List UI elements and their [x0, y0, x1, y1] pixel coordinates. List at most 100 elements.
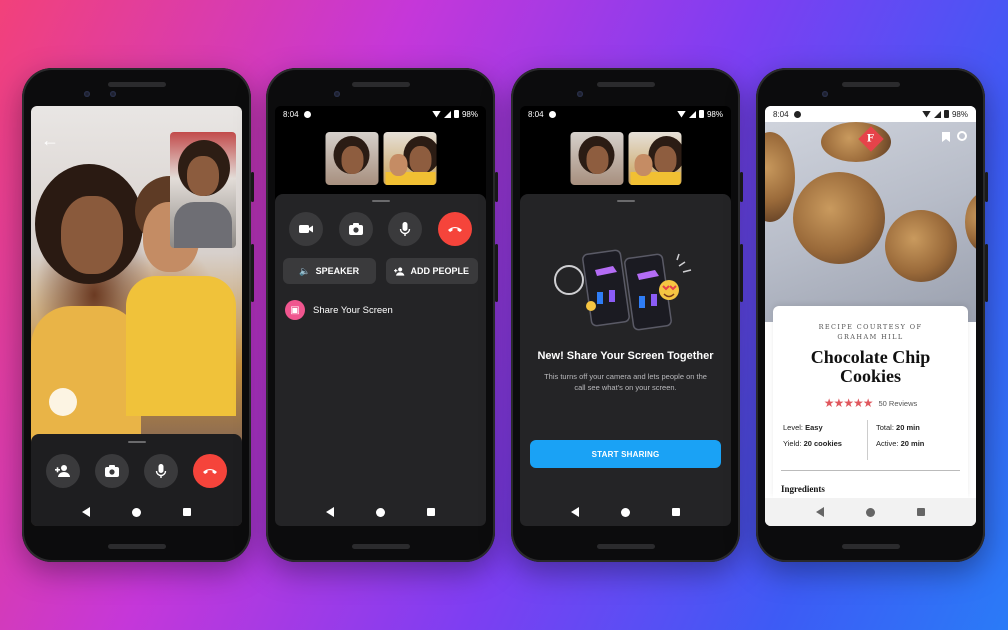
- video-child-body: [126, 276, 236, 416]
- battery-percent: 98%: [706, 109, 723, 119]
- volume-button: [251, 244, 254, 302]
- messenger-icon: [548, 110, 556, 118]
- earpiece: [841, 82, 900, 87]
- chef-name[interactable]: GRAHAM HILL: [773, 332, 968, 342]
- power-button: [495, 172, 498, 202]
- microphone-button[interactable]: [388, 212, 423, 246]
- nav-home-icon[interactable]: [376, 507, 385, 517]
- nav-home-icon[interactable]: [621, 507, 630, 517]
- end-call-button[interactable]: [438, 212, 473, 246]
- status-bar: 8:04 98%: [275, 106, 486, 122]
- nav-recents-icon[interactable]: [917, 508, 925, 516]
- earpiece: [107, 82, 166, 87]
- wifi-icon: [921, 110, 931, 118]
- end-call-icon: [202, 469, 217, 474]
- screen-share-prompt: 8:04 98% New! Share Your Screen Together…: [520, 106, 731, 526]
- divider: [781, 470, 960, 471]
- start-sharing-button[interactable]: START SHARING: [530, 440, 721, 468]
- recipe-card: RECIPE COURTESY OF GRAHAM HILL Chocolate…: [773, 306, 968, 498]
- total-value: 20 min: [896, 423, 920, 432]
- flip-camera-button[interactable]: [95, 454, 130, 488]
- self-view-thumbnail[interactable]: [170, 132, 236, 248]
- messenger-icon: [793, 110, 801, 118]
- add-person-button[interactable]: [46, 454, 81, 488]
- battery-percent: 98%: [461, 109, 478, 119]
- phone-recipe: 8:04 98% F RECIPE COURTESY OF GRAHAM HIL…: [756, 68, 988, 562]
- phone-call-options: 8:04 98% 🔈 SPEAKER ADD PEOPLE ▣ Share Yo…: [266, 68, 498, 562]
- drag-handle[interactable]: [127, 441, 146, 443]
- end-call-button[interactable]: [192, 454, 227, 488]
- front-camera: [577, 91, 583, 97]
- front-camera-2: [110, 91, 116, 97]
- yield-label: Yield:: [783, 438, 802, 448]
- bookmark-icon[interactable]: [942, 132, 950, 142]
- star-rating-icons: ★★★★★: [823, 396, 874, 410]
- recipe-title-line1: Chocolate Chip: [810, 347, 931, 367]
- end-call-icon: [448, 227, 463, 232]
- brand-letter: F: [866, 133, 875, 145]
- microphone-icon: [155, 464, 167, 478]
- search-icon[interactable]: [957, 131, 967, 141]
- nav-recents-icon[interactable]: [427, 508, 435, 516]
- drag-handle[interactable]: [616, 200, 635, 202]
- effects-button[interactable]: [49, 388, 77, 416]
- share-title: New! Share Your Screen Together: [537, 350, 714, 362]
- video-person-face: [61, 196, 123, 274]
- add-people-button[interactable]: ADD PEOPLE: [385, 258, 478, 284]
- add-people-label: ADD PEOPLE: [410, 266, 469, 276]
- back-arrow-icon[interactable]: ←: [41, 130, 59, 151]
- flip-camera-button[interactable]: [338, 212, 373, 246]
- flip-camera-icon: [348, 223, 363, 235]
- battery-icon: [698, 110, 704, 118]
- call-controls-panel: [31, 434, 242, 526]
- wifi-icon: [431, 110, 441, 118]
- signal-icon: [933, 110, 941, 118]
- share-screen-illustration: [553, 249, 691, 331]
- nav-back-icon[interactable]: [82, 507, 90, 517]
- nav-home-icon[interactable]: [866, 507, 875, 517]
- participant-thumbnails: [570, 132, 681, 185]
- phone-share-screen-prompt: 8:04 98% New! Share Your Screen Together…: [511, 68, 743, 562]
- nav-home-icon[interactable]: [132, 507, 141, 517]
- speaker-icon: 🔈: [299, 265, 311, 276]
- front-camera: [84, 91, 90, 97]
- add-person-icon: [55, 465, 71, 477]
- participant-thumbnail[interactable]: [628, 132, 681, 185]
- participant-thumbnails: [325, 132, 436, 185]
- status-time: 8:04: [773, 109, 789, 119]
- bottom-speaker: [351, 544, 410, 549]
- participant-thumbnail[interactable]: [570, 132, 623, 185]
- screen-call-options: 8:04 98% 🔈 SPEAKER ADD PEOPLE ▣ Share Yo…: [275, 106, 486, 526]
- recipe-rating[interactable]: ★★★★★ 50 Reviews: [773, 396, 968, 410]
- review-count: 50 Reviews: [878, 398, 918, 408]
- nav-back-icon[interactable]: [326, 507, 334, 517]
- battery-icon: [453, 110, 459, 118]
- wifi-icon: [676, 110, 686, 118]
- microphone-button[interactable]: [143, 454, 178, 488]
- signal-icon: [688, 110, 696, 118]
- level-value: Easy: [805, 423, 823, 432]
- share-screen-icon: ▣: [285, 300, 305, 320]
- nav-back-icon[interactable]: [571, 507, 579, 517]
- nav-back-icon[interactable]: [816, 507, 824, 517]
- battery-percent: 98%: [951, 109, 968, 119]
- nav-recents-icon[interactable]: [672, 508, 680, 516]
- recipe-meta: Level: Easy Yield: 20 cookies Total: 20 …: [781, 420, 960, 460]
- participant-thumbnail[interactable]: [383, 132, 436, 185]
- active-value: 20 min: [900, 438, 925, 448]
- messenger-icon: [303, 110, 311, 118]
- video-button[interactable]: [288, 212, 323, 246]
- share-screen-item[interactable]: ▣ Share Your Screen: [285, 300, 393, 320]
- bottom-speaker: [841, 544, 900, 549]
- speaker-button[interactable]: 🔈 SPEAKER: [283, 258, 376, 284]
- recipe-courtesy: RECIPE COURTESY OF GRAHAM HILL: [773, 322, 968, 343]
- nav-recents-icon[interactable]: [183, 508, 191, 516]
- ingredients-heading: Ingredients: [781, 484, 825, 494]
- bottom-speaker: [107, 544, 166, 549]
- battery-icon: [943, 110, 949, 118]
- drag-handle[interactable]: [371, 200, 390, 202]
- front-camera: [822, 91, 828, 97]
- participant-thumbnail[interactable]: [325, 132, 378, 185]
- volume-button: [495, 244, 498, 302]
- yield-value: 20 cookies: [803, 438, 842, 448]
